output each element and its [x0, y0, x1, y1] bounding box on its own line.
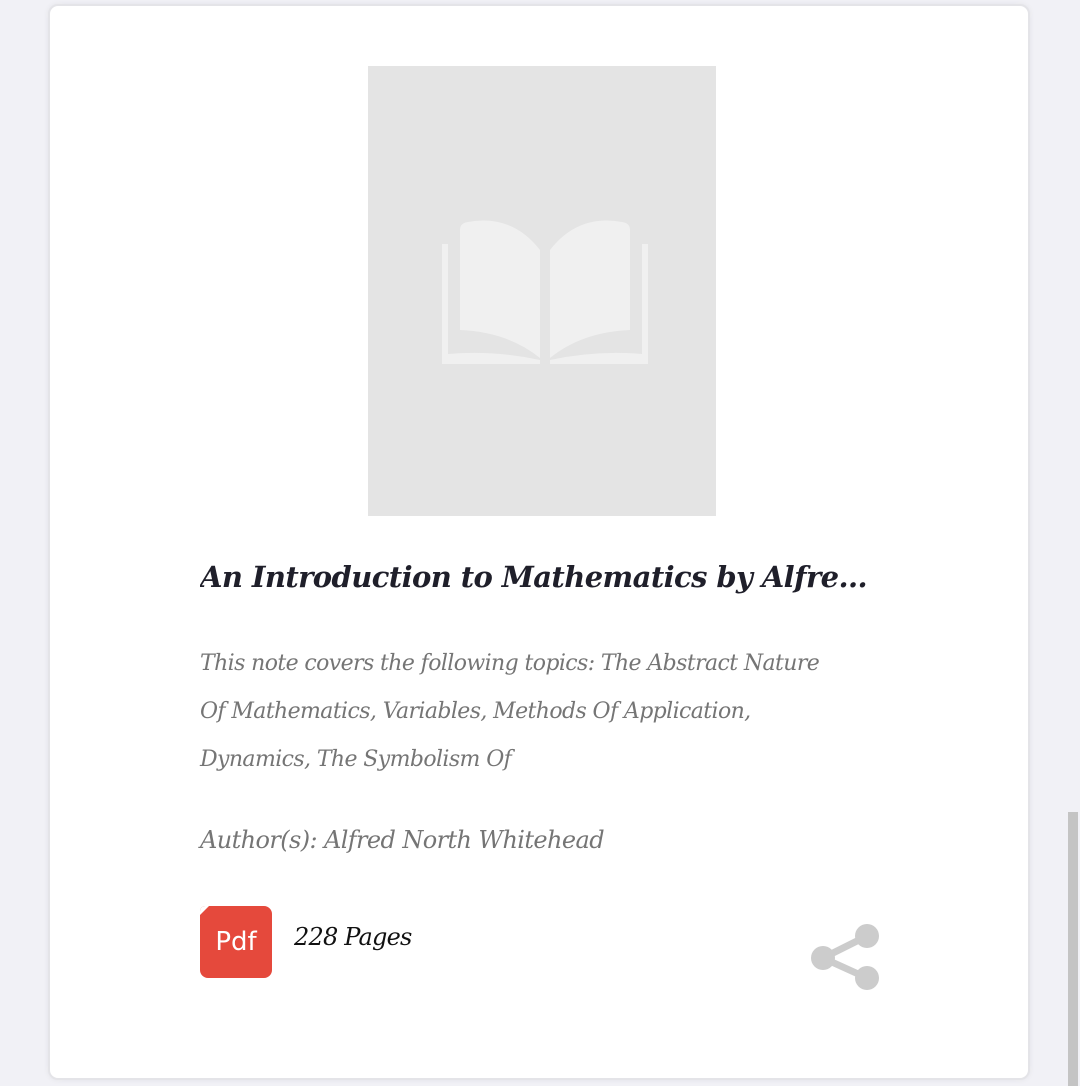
book-author: Author(s): Alfred North Whitehead: [200, 826, 605, 854]
pdf-icon[interactable]: Pdf: [200, 906, 272, 978]
open-book-icon: [442, 220, 648, 364]
book-description: This note covers the following topics: T…: [200, 651, 820, 772]
book-cover-placeholder[interactable]: [368, 66, 716, 516]
scrollbar-thumb[interactable]: [1068, 812, 1078, 1086]
page-count: 228 Pages: [294, 923, 412, 951]
share-icon[interactable]: [810, 920, 882, 992]
book-card: An Introduction to Mathematics by Alfre.…: [48, 4, 1030, 1080]
pdf-label: Pdf: [215, 927, 257, 957]
pdf-corner-fold: [200, 906, 209, 915]
book-title[interactable]: An Introduction to Mathematics by Alfre.…: [200, 560, 900, 594]
